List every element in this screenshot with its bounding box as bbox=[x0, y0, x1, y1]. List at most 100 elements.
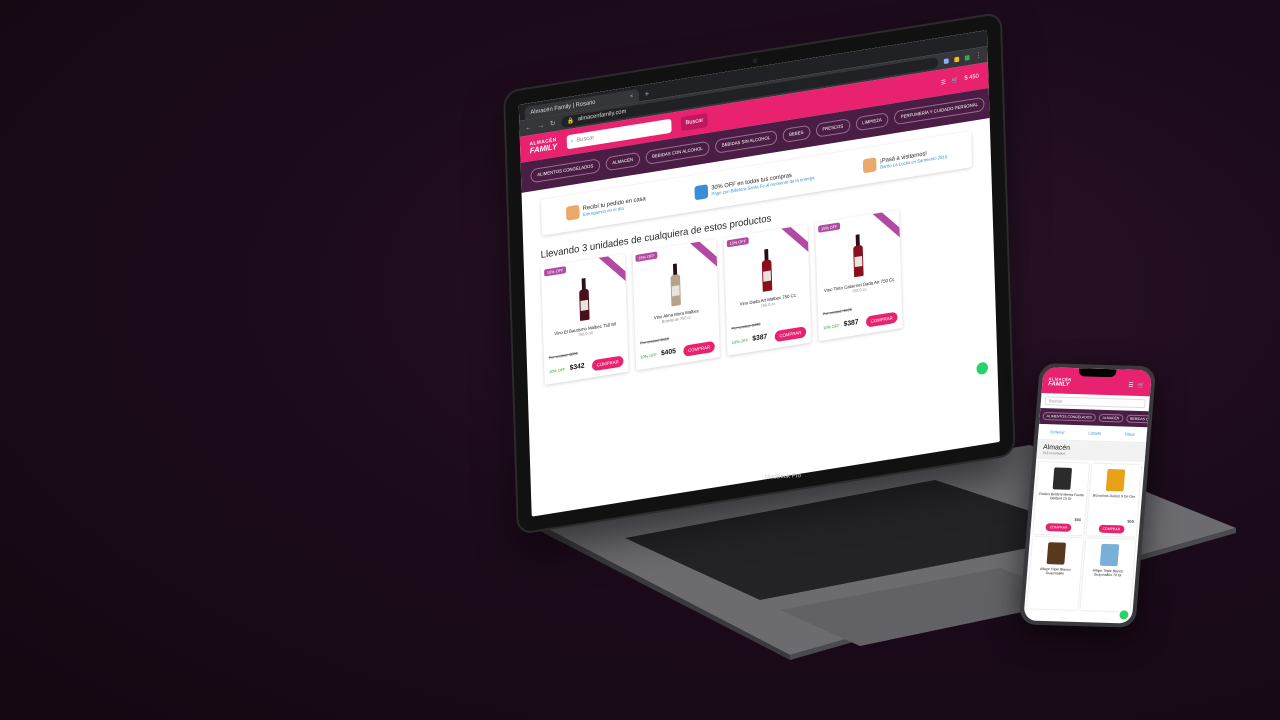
new-price: $405 bbox=[660, 347, 676, 358]
product-image bbox=[1046, 542, 1067, 565]
product-card[interactable]: 15% OFF Vino Tinto Cabernet Dada Art 750… bbox=[815, 209, 903, 342]
menu-icon[interactable]: ⋮ bbox=[975, 51, 982, 60]
discount-badge: 15% OFF bbox=[818, 222, 841, 233]
wine-bottle-image bbox=[579, 278, 590, 322]
price-row: Por unidad: $450 10% OFF $405 COMPRAR bbox=[635, 328, 719, 364]
card-icon bbox=[694, 184, 708, 201]
discount-label: 10% OFF bbox=[640, 352, 657, 360]
laptop-screen: Almacén Family | Rosario × + ← → ↻ 🔒 alm… bbox=[505, 13, 1014, 533]
promo-ribbon bbox=[869, 209, 903, 241]
product-card[interactable]: Bizcochos Dulces 9 De Oro $65 COMPRAR bbox=[1085, 463, 1142, 537]
store-icon bbox=[862, 157, 877, 174]
product-price: $60 bbox=[1074, 516, 1082, 523]
promo-ribbon bbox=[777, 224, 812, 256]
hamburger-icon[interactable]: ☰ bbox=[941, 78, 946, 86]
lock-icon: 🔒 bbox=[566, 117, 575, 125]
category-item[interactable]: BEBES bbox=[782, 124, 811, 144]
wine-bottle-image bbox=[670, 263, 681, 307]
buy-button[interactable]: COMPRAR bbox=[774, 326, 807, 343]
product-card[interactable]: Chicles Beldent Menta Fuerte Beldent 10 … bbox=[1033, 461, 1089, 536]
price-row: Por unidad: $380 10% OFF $342 COMPRAR bbox=[544, 343, 628, 379]
chevron-right-icon[interactable]: › bbox=[990, 98, 993, 107]
category-item[interactable]: ALIMENTOS CONGELADOS bbox=[530, 158, 601, 184]
new-price: $342 bbox=[569, 362, 585, 372]
info-discount: 30% OFF en todas tus compras Pago con Bi… bbox=[694, 167, 815, 201]
category-item[interactable]: LIMPIEZA bbox=[855, 112, 889, 132]
browser-window: Almacén Family | Rosario × + ← → ↻ 🔒 alm… bbox=[518, 30, 1000, 517]
category-item[interactable]: ALMACÉN bbox=[1098, 413, 1124, 423]
logo-bottom: FAMILY bbox=[1047, 381, 1070, 388]
mockup-stage: Almacén Family | Rosario × + ← → ↻ 🔒 alm… bbox=[0, 0, 1280, 720]
category-item[interactable]: BEBIDAS CON ALCOHOL bbox=[645, 140, 710, 165]
site-logo[interactable]: ALMACÉN FAMILY bbox=[529, 136, 557, 154]
cart-icon[interactable]: 🛒 bbox=[1137, 381, 1145, 388]
cart-icon[interactable]: 🛒 bbox=[952, 76, 959, 84]
product-card[interactable]: 15% OFF Vino El Bautismo Malbec 750 Ml 7… bbox=[541, 253, 629, 385]
category-item[interactable]: BEBIDAS SIN ALCOHOL bbox=[714, 129, 778, 154]
product-size: 750.0 ml bbox=[577, 330, 593, 338]
cart-total[interactable]: $ 450 bbox=[964, 74, 978, 82]
sort-button[interactable]: Ordenar bbox=[1050, 429, 1065, 434]
buy-button[interactable]: COMPRAR bbox=[591, 355, 624, 372]
info-store: ¡Pasá a visitarnos! Barrio La Lucila en … bbox=[862, 146, 948, 174]
discount-label: 10% OFF bbox=[731, 337, 749, 346]
price-row: Por unidad: $430 10% OFF $387 COMPRAR bbox=[727, 313, 811, 349]
forward-icon[interactable]: → bbox=[537, 121, 544, 129]
product-name[interactable]: Alfajor Triple Blanco Guaymallén 70 Gr bbox=[1083, 568, 1133, 577]
category-item[interactable]: ALIMENTOS CONGELADOS bbox=[1042, 412, 1097, 422]
search-icon: ⌕ bbox=[570, 137, 574, 145]
hamburger-icon[interactable]: ☰ bbox=[1128, 381, 1134, 388]
whatsapp-icon[interactable] bbox=[1119, 610, 1129, 620]
new-tab-icon[interactable]: + bbox=[645, 89, 650, 99]
extension-icon[interactable] bbox=[954, 56, 960, 62]
product-card[interactable]: 15% OFF Vino Dada Art Malbec 750 Cc 750.… bbox=[723, 224, 812, 356]
phone-product-grid: Chicles Beldent Menta Fuerte Beldent 10 … bbox=[1024, 459, 1145, 615]
buy-button[interactable]: COMPRAR bbox=[683, 340, 715, 357]
phone-search-input[interactable]: Buscar bbox=[1044, 396, 1146, 409]
product-name[interactable]: Chicles Beldent Menta Fuerte Beldent 10 … bbox=[1036, 492, 1086, 501]
phone-device: ALMACÉN FAMILY ☰ 🛒 Buscar ALIMENTOS CONG… bbox=[1019, 363, 1157, 628]
product-card[interactable]: 15% OFF Vino Alma Mora Malbec Botella de… bbox=[632, 239, 720, 371]
search-button[interactable]: Buscar bbox=[680, 112, 709, 132]
box-icon bbox=[565, 204, 580, 221]
promo-ribbon bbox=[595, 253, 629, 285]
back-icon[interactable]: ← bbox=[525, 123, 532, 131]
category-item[interactable]: ALMACÉN bbox=[605, 151, 640, 172]
buy-button[interactable]: COMPRAR bbox=[865, 311, 898, 328]
discount-badge: 15% OFF bbox=[635, 251, 658, 262]
buy-button[interactable]: COMPRAR bbox=[1045, 523, 1072, 532]
category-item[interactable]: PERFUMERÍA Y CUIDADO PERSONAL bbox=[893, 96, 985, 126]
product-name[interactable]: Bizcochos Dulces 9 De Oro bbox=[1091, 493, 1137, 499]
extension-icon[interactable] bbox=[943, 57, 949, 64]
new-price: $387 bbox=[843, 318, 859, 329]
product-name[interactable]: Alfajor Triple Blanco Guaymallén bbox=[1030, 567, 1080, 576]
filter-button[interactable]: Filtrar bbox=[1125, 432, 1135, 437]
phone-screen: ALMACÉN FAMILY ☰ 🛒 Buscar ALIMENTOS CONG… bbox=[1023, 367, 1152, 624]
discount-badge: 15% OFF bbox=[544, 266, 567, 277]
list-button[interactable]: Listado bbox=[1088, 430, 1101, 435]
product-card[interactable]: Alfajor Triple Blanco Guaymallén bbox=[1027, 536, 1083, 610]
site-logo[interactable]: ALMACÉN FAMILY bbox=[1047, 376, 1072, 388]
product-price: $65 bbox=[1127, 518, 1135, 524]
wine-bottle-image bbox=[853, 234, 864, 278]
category-item[interactable]: FRESCOS bbox=[815, 118, 851, 138]
whatsapp-icon[interactable] bbox=[976, 361, 989, 376]
close-icon[interactable]: × bbox=[630, 93, 634, 100]
buy-button[interactable]: COMPRAR bbox=[1098, 524, 1125, 534]
search-placeholder: Buscar bbox=[576, 135, 595, 144]
info-delivery: Recibí tu pedido en casa Entregamos en e… bbox=[565, 194, 646, 221]
reload-icon[interactable]: ↻ bbox=[550, 119, 556, 128]
product-image bbox=[1105, 468, 1126, 492]
extension-icon[interactable] bbox=[964, 54, 970, 61]
promo-ribbon bbox=[686, 239, 720, 271]
camera bbox=[752, 57, 758, 64]
discount-badge: 15% OFF bbox=[726, 236, 749, 248]
new-price: $387 bbox=[752, 333, 768, 343]
product-size: 750.0 cc bbox=[852, 286, 867, 294]
header-actions: ☰ 🛒 $ 450 bbox=[941, 73, 979, 87]
product-card[interactable]: Alfajor Triple Blanco Guaymallén 70 Gr bbox=[1079, 538, 1136, 612]
discount-label: 10% OFF bbox=[549, 366, 566, 375]
discount-label: 10% OFF bbox=[823, 322, 840, 331]
product-image bbox=[1052, 467, 1073, 490]
category-item[interactable]: BEBIDAS CON ALC bbox=[1125, 414, 1152, 424]
